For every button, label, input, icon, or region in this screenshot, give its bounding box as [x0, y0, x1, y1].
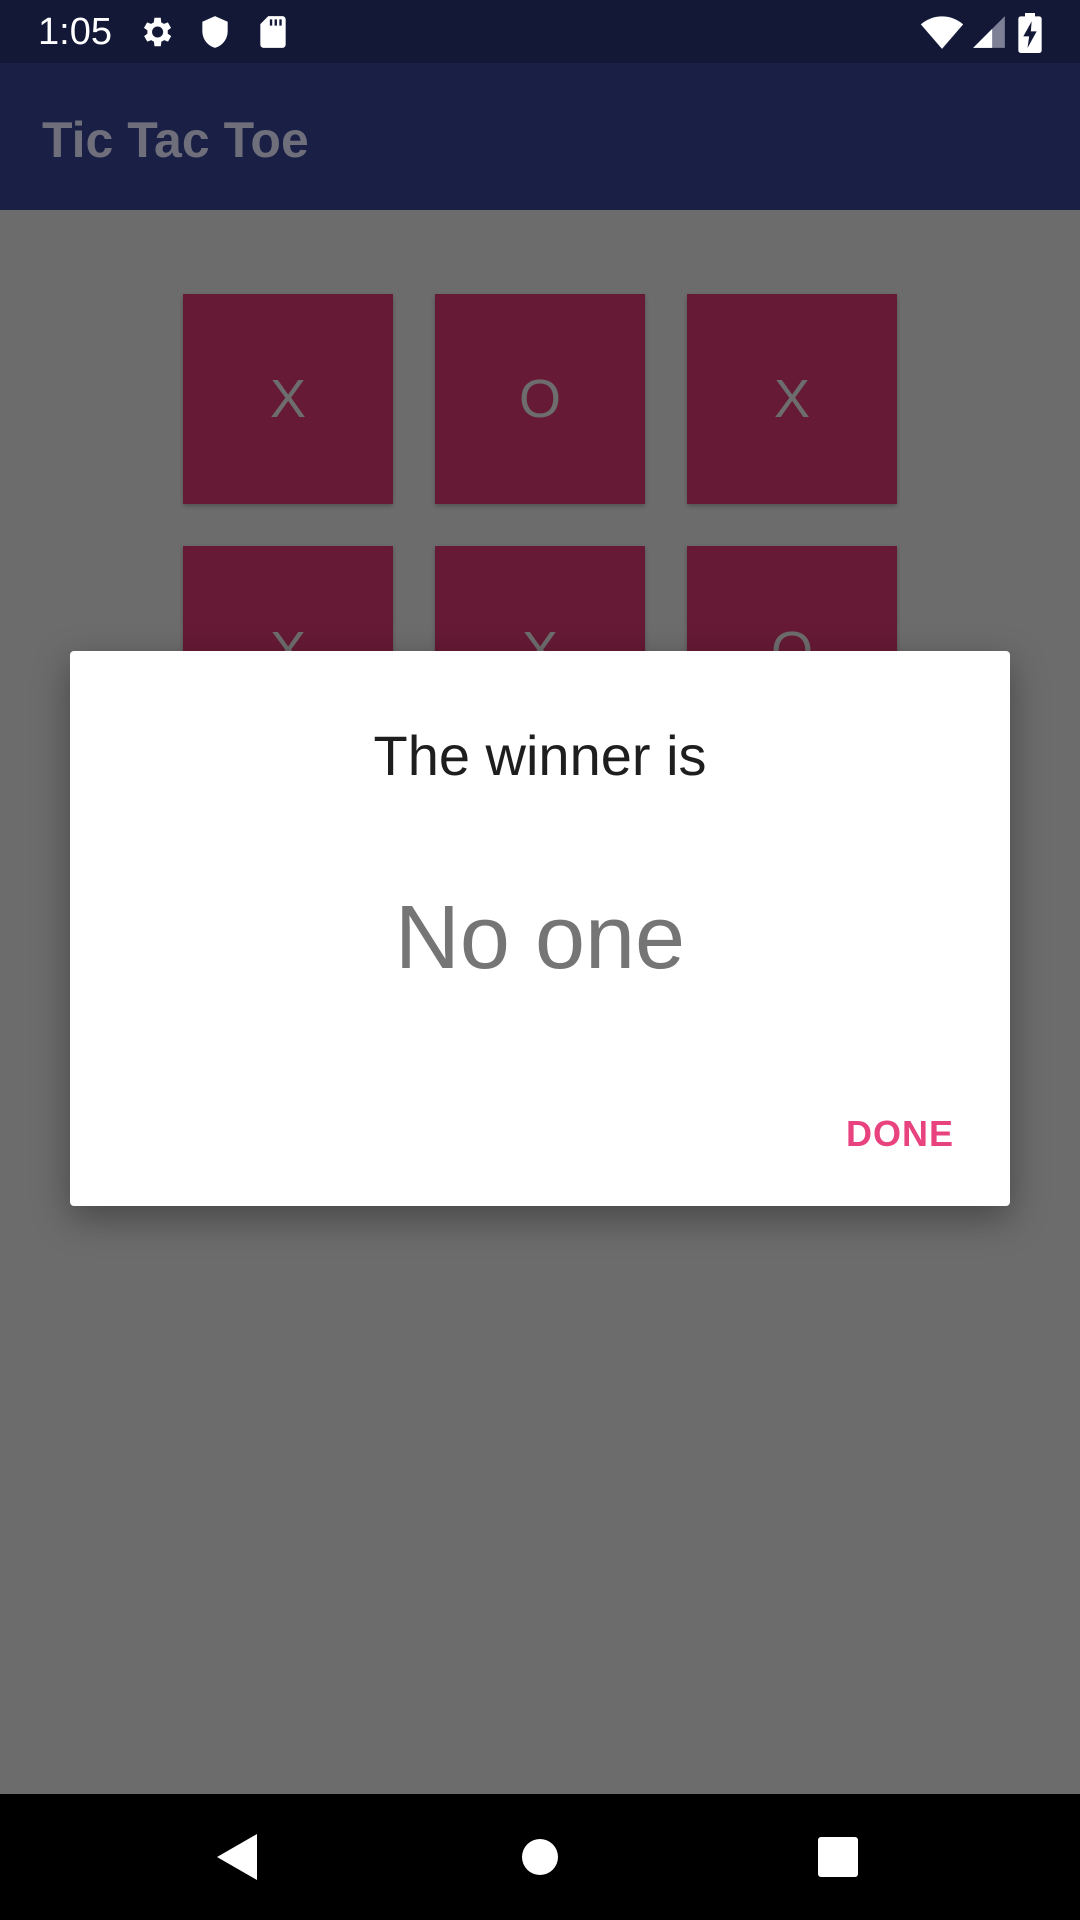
- winner-dialog: The winner is No one DONE: [70, 651, 1010, 1206]
- winner-text: No one: [394, 888, 686, 988]
- dialog-title: The winner is: [373, 724, 707, 787]
- board-cell[interactable]: X: [183, 294, 393, 504]
- cell-signal-icon: [970, 13, 1008, 51]
- gear-icon: [137, 13, 175, 51]
- wifi-icon: [920, 13, 964, 51]
- status-time: 1:05: [38, 11, 112, 53]
- done-button[interactable]: DONE: [846, 1109, 954, 1159]
- shield-icon: [196, 13, 234, 51]
- app-title: Tic Tac Toe: [42, 112, 309, 168]
- back-icon[interactable]: [208, 1827, 268, 1887]
- sd-card-icon: [254, 13, 292, 51]
- home-icon[interactable]: [510, 1827, 570, 1887]
- battery-charging-icon: [1015, 13, 1045, 53]
- board-cell[interactable]: O: [435, 294, 645, 504]
- recents-icon[interactable]: [808, 1827, 868, 1887]
- status-bar: 1:05: [0, 0, 1080, 63]
- board-cell[interactable]: X: [687, 294, 897, 504]
- app-bar: Tic Tac Toe: [0, 63, 1080, 210]
- navigation-bar: [0, 1794, 1080, 1920]
